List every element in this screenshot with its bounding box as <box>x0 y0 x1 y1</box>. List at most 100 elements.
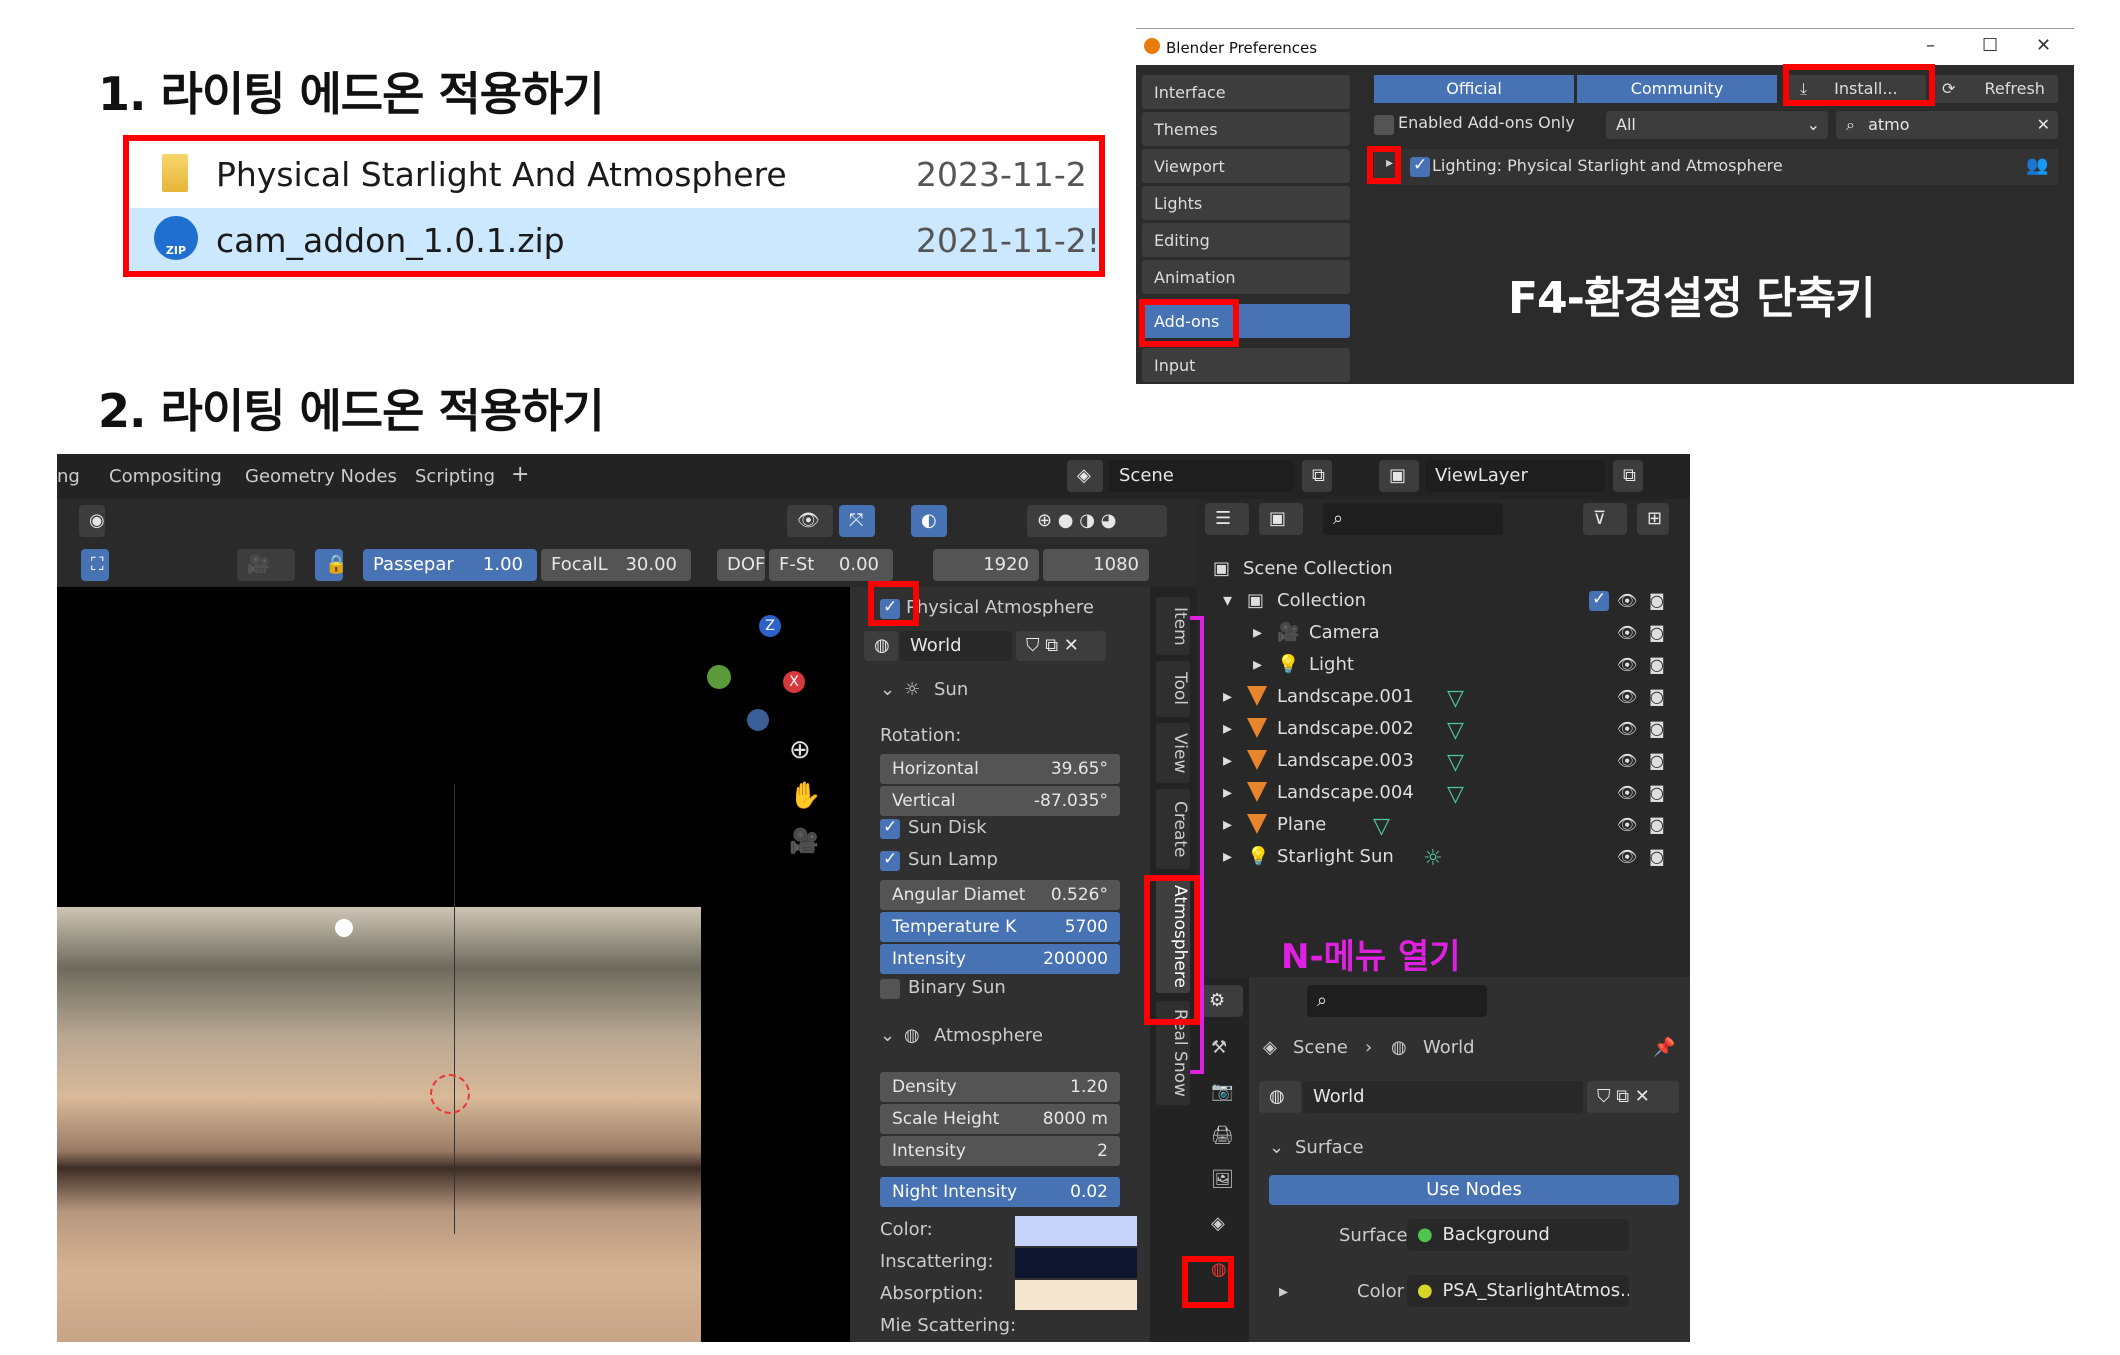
resolution-x-field[interactable]: 1920 <box>933 549 1039 581</box>
passepartout-field[interactable]: Passepar 1.00 <box>363 549 537 581</box>
outliner-row-landscape-003[interactable]: ▸ Landscape.003 ▽ 👁 ◙ <box>1197 745 1690 777</box>
zoom-icon[interactable]: ⊕ <box>789 735 811 765</box>
breadcrumb-world[interactable]: World <box>1423 1037 1475 1058</box>
addon-search-input[interactable]: ⌕ atmo ✕ <box>1836 111 2058 139</box>
surface-shader-field[interactable]: ● Background <box>1407 1219 1629 1251</box>
render-camera-icon[interactable]: ◙ <box>1649 751 1667 770</box>
world-browse-icon[interactable]: ◍ <box>1259 1081 1301 1113</box>
3d-cursor[interactable] <box>430 1074 470 1114</box>
tab-scripting[interactable]: Scripting <box>415 466 495 487</box>
sidebar-item-viewport[interactable]: Viewport <box>1142 149 1350 183</box>
visibility-icon[interactable]: 👁 <box>787 505 833 537</box>
outliner-row-camera[interactable]: ▸ 🎥 Camera 👁 ◙ <box>1197 617 1690 649</box>
eye-icon[interactable]: 👁 <box>1617 623 1637 642</box>
expand-right-icon[interactable]: ▸ <box>1223 782 1232 803</box>
maximize-icon[interactable]: ☐ <box>1982 35 1998 56</box>
eye-icon[interactable]: 👁 <box>1617 783 1637 802</box>
expand-down-icon[interactable]: ▾ <box>1223 590 1232 611</box>
color-swatch[interactable] <box>1015 1216 1137 1246</box>
expand-right-icon[interactable]: ▸ <box>1223 846 1232 867</box>
sun-section-chevron-icon[interactable]: ⌄ <box>880 679 895 700</box>
add-workspace-icon[interactable]: + <box>511 462 529 487</box>
fstop-field[interactable]: F-St 0.00 <box>769 549 893 581</box>
filter-icon[interactable]: ⊽ <box>1583 503 1627 535</box>
clear-icon[interactable]: ✕ <box>2037 111 2050 139</box>
render-tab-icon[interactable]: 📷 <box>1211 1081 1233 1102</box>
world-field[interactable]: World <box>900 631 1012 661</box>
outliner-mode-icon[interactable]: ☰ <box>1205 503 1249 535</box>
outliner-row-landscape-004[interactable]: ▸ Landscape.004 ▽ 👁 ◙ <box>1197 777 1690 809</box>
inscattering-swatch[interactable] <box>1015 1248 1137 1278</box>
viewlayer-field[interactable]: ViewLayer <box>1425 460 1605 492</box>
pan-hand-icon[interactable]: ✋ <box>789 781 821 811</box>
night-intensity-field[interactable]: Night Intensity 0.02 <box>880 1177 1120 1207</box>
tab-geometry-nodes[interactable]: Geometry Nodes <box>245 466 397 487</box>
new-collection-icon[interactable]: ⊞ <box>1637 503 1669 535</box>
new-scene-icon[interactable]: ⧉ <box>1302 460 1332 492</box>
tab-item[interactable]: Item <box>1156 597 1190 655</box>
render-camera-icon[interactable]: ◙ <box>1649 655 1667 674</box>
view-layer-tab-icon[interactable]: 🖼 <box>1211 1169 1234 1190</box>
overlay-icon[interactable]: ◐ <box>911 505 947 537</box>
lock-icon[interactable]: 🔒 <box>315 549 347 581</box>
sidebar-item-lights[interactable]: Lights <box>1142 186 1350 220</box>
shading-modes[interactable]: ⊕ ● ◑ ◕ <box>1027 505 1167 537</box>
expand-right-icon[interactable]: ▸ <box>1223 750 1232 771</box>
angular-diameter-field[interactable]: Angular Diamet 0.526° <box>880 880 1120 910</box>
sidebar-item-editing[interactable]: Editing <box>1142 223 1350 257</box>
tab-view[interactable]: View <box>1156 723 1190 783</box>
sun-disk-checkbox[interactable] <box>880 817 900 839</box>
sidebar-item-animation[interactable]: Animation <box>1142 260 1350 294</box>
sidebar-item-input[interactable]: Input <box>1142 348 1350 382</box>
eye-icon[interactable]: 👁 <box>1617 655 1637 674</box>
scale-height-field[interactable]: Scale Height 8000 m <box>880 1104 1120 1134</box>
horizontal-field[interactable]: Horizontal 39.65° <box>880 754 1120 784</box>
tab-compositing[interactable]: Compositing <box>109 466 222 487</box>
scene-field[interactable]: Scene <box>1109 460 1294 492</box>
color-expand-icon[interactable]: ▸ <box>1279 1281 1288 1302</box>
density-field[interactable]: Density 1.20 <box>880 1072 1120 1102</box>
tab-ng[interactable]: ng <box>57 466 80 487</box>
editor-type-icon[interactable]: ⚙ <box>1199 985 1243 1017</box>
sidebar-item-themes[interactable]: Themes <box>1142 112 1350 146</box>
binary-sun-checkbox[interactable] <box>880 979 900 999</box>
outliner-row-landscape-001[interactable]: ▸ Landscape.001 ▽ 👁 ◙ <box>1197 681 1690 713</box>
scene-icon[interactable]: ◈ <box>1067 460 1103 492</box>
camera-view-icon[interactable]: ⛶ <box>81 549 109 581</box>
expand-right-icon[interactable]: ▸ <box>1223 686 1232 707</box>
snap-icon[interactable]: ◉ <box>79 505 105 537</box>
expand-right-icon[interactable]: ▸ <box>1223 814 1232 835</box>
sidebar-item-interface[interactable]: Interface <box>1142 75 1350 109</box>
viewlayer-icon[interactable]: ▣ <box>1379 460 1419 492</box>
scene-tab-icon[interactable]: ◈ <box>1211 1213 1225 1234</box>
eye-icon[interactable]: 👁 <box>1617 591 1637 610</box>
properties-search-input[interactable]: ⌕ <box>1307 985 1487 1017</box>
enabled-only-checkbox[interactable] <box>1374 115 1394 135</box>
tab-create[interactable]: Create <box>1156 789 1190 869</box>
expand-right-icon[interactable]: ▸ <box>1253 654 1262 675</box>
color-input-field[interactable]: ● PSA_StarlightAtmos... <box>1407 1275 1629 1307</box>
render-camera-icon[interactable]: ◙ <box>1649 591 1667 610</box>
display-filter-icon[interactable]: ▣ <box>1259 503 1303 535</box>
atmosphere-intensity-field[interactable]: Intensity 2 <box>880 1136 1120 1166</box>
surface-chevron-icon[interactable]: ⌄ <box>1269 1137 1284 1158</box>
eye-icon[interactable]: 👁 <box>1617 815 1637 834</box>
add-camera-icon[interactable]: 🎥 <box>237 549 295 581</box>
breadcrumb-scene[interactable]: Scene <box>1293 1037 1348 1058</box>
render-camera-icon[interactable]: ◙ <box>1649 783 1667 802</box>
expand-right-icon[interactable]: ▸ <box>1253 622 1262 643</box>
world-datablock-field[interactable]: World <box>1303 1081 1583 1113</box>
outliner-row-starlight-sun[interactable]: ▸ 💡 Starlight Sun ☼ 👁 ◙ <box>1197 841 1690 873</box>
render-camera-icon[interactable]: ◙ <box>1649 719 1667 738</box>
world-actions[interactable]: ⛉ ⧉ ✕ <box>1016 631 1106 661</box>
tab-tool[interactable]: Tool <box>1156 661 1190 717</box>
use-nodes-button[interactable]: Use Nodes <box>1269 1175 1679 1205</box>
axis-x-icon[interactable]: X <box>783 671 805 693</box>
refresh-button[interactable]: ⟳ Refresh <box>1932 75 2058 103</box>
eye-icon[interactable]: 👁 <box>1617 847 1637 866</box>
resolution-y-field[interactable]: 1080 <box>1043 549 1149 581</box>
outliner-row-landscape-002[interactable]: ▸ Landscape.002 ▽ 👁 ◙ <box>1197 713 1690 745</box>
render-camera-icon[interactable]: ◙ <box>1649 847 1667 866</box>
focal-length-field[interactable]: FocalL 30.00 <box>541 549 691 581</box>
axis-neg-z-icon[interactable] <box>747 709 769 731</box>
